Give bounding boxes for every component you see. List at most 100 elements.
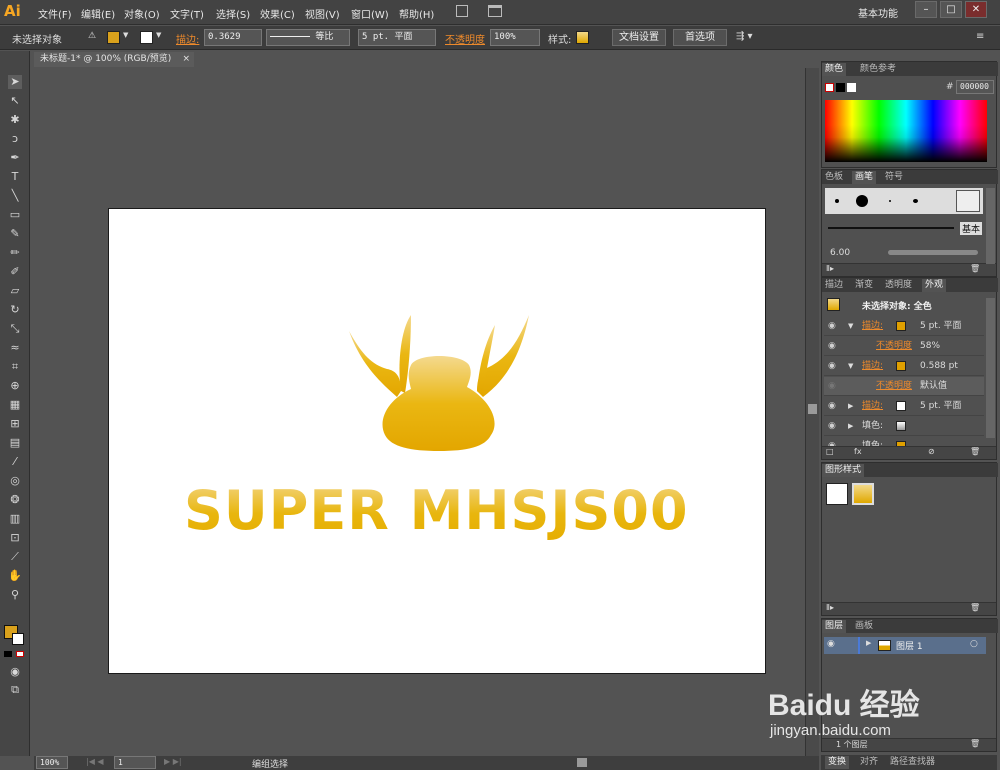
zoom-input[interactable]: 100% bbox=[36, 756, 68, 769]
opacity-label[interactable]: 不透明度 bbox=[876, 377, 912, 396]
brush-selected[interactable] bbox=[956, 190, 980, 212]
stroke-color-chip[interactable] bbox=[896, 321, 906, 331]
opacity-label[interactable]: 不透明度 bbox=[876, 337, 912, 356]
menu-help[interactable]: 帮助(H) bbox=[399, 6, 434, 21]
eye-icon[interactable]: ◉ bbox=[828, 397, 836, 416]
lasso-tool-icon[interactable]: ↄ bbox=[8, 132, 22, 146]
fill-dropdown-icon[interactable]: ▼ bbox=[123, 31, 128, 39]
eye-icon[interactable]: ◉ bbox=[828, 337, 836, 356]
brush-dot-tiny[interactable] bbox=[889, 200, 891, 202]
delete-item-icon[interactable]: 🗑 bbox=[970, 447, 980, 456]
arrange-documents-icon[interactable] bbox=[488, 5, 502, 17]
appearance-scrollbar[interactable] bbox=[986, 298, 995, 438]
variable-width-profile[interactable]: 等比 bbox=[266, 29, 350, 46]
tab-brushes[interactable]: 画笔 bbox=[852, 171, 877, 184]
stroke-color-chip[interactable] bbox=[896, 361, 906, 371]
eye-icon[interactable]: ◉ bbox=[828, 377, 836, 396]
layer-name[interactable]: 图层 1 bbox=[896, 639, 923, 652]
helmet-logo[interactable] bbox=[339, 309, 539, 469]
menu-type[interactable]: 文字(T) bbox=[170, 6, 204, 21]
drawing-mode-icon[interactable]: ◉ bbox=[8, 665, 22, 679]
tab-pathfinder[interactable]: 路径查找器 bbox=[887, 756, 938, 769]
tab-artboards[interactable]: 画板 bbox=[852, 620, 876, 633]
none-color-icon[interactable] bbox=[16, 651, 24, 657]
stroke-weight-input[interactable]: 0.3629 bbox=[204, 29, 262, 46]
style-gold-thumbnail[interactable] bbox=[852, 483, 874, 505]
blend-tool-icon[interactable]: ◎ bbox=[8, 474, 22, 488]
fill-label[interactable]: 填色: bbox=[862, 417, 883, 436]
brush-dot-small[interactable] bbox=[835, 199, 839, 203]
brushes-scrollbar[interactable] bbox=[986, 188, 995, 264]
appearance-row-stroke-2[interactable]: ◉ ▼ 描边: 0.588 pt bbox=[824, 357, 984, 376]
menu-object[interactable]: 对象(O) bbox=[124, 6, 160, 21]
tab-swatches[interactable]: 色板 bbox=[822, 171, 846, 184]
eye-icon[interactable]: ◉ bbox=[827, 639, 835, 649]
collapse-icon[interactable]: ▶ bbox=[848, 417, 853, 436]
appearance-row-opacity-1[interactable]: ◉ 不透明度 58% bbox=[824, 337, 984, 356]
delete-brush-icon[interactable]: 🗑 bbox=[970, 264, 980, 273]
menu-window[interactable]: 窗口(W) bbox=[351, 6, 389, 21]
screen-mode-icon[interactable]: ⧉ bbox=[8, 683, 22, 697]
fill-color-chip[interactable] bbox=[896, 421, 906, 431]
blob-brush-tool-icon[interactable]: ✐ bbox=[8, 265, 22, 279]
add-stroke-icon[interactable]: □ bbox=[826, 447, 834, 456]
perspective-grid-tool-icon[interactable]: ▦ bbox=[8, 398, 22, 412]
first-page-icon[interactable]: |◀ ◀ bbox=[86, 757, 104, 766]
next-page-icon[interactable]: ▶ ▶| bbox=[164, 757, 182, 766]
document-tab[interactable]: 未标题-1* @ 100% (RGB/预览) × bbox=[34, 52, 194, 67]
delete-style-icon[interactable]: 🗑 bbox=[970, 603, 980, 612]
selection-tool-icon[interactable]: ➤ bbox=[8, 75, 22, 89]
tab-color[interactable]: 颜色 bbox=[822, 63, 847, 76]
appearance-row-stroke-3[interactable]: ◉ ▶ 描边: 5 pt. 平面 bbox=[824, 397, 984, 416]
eye-icon[interactable]: ◉ bbox=[828, 317, 836, 336]
stroke-color-swatch[interactable] bbox=[12, 633, 24, 645]
clear-appearance-icon[interactable]: ⊘ bbox=[928, 447, 935, 456]
basic-brush-line[interactable] bbox=[828, 227, 954, 229]
appearance-row-stroke-1[interactable]: ◉ ▼ 描边: 5 pt. 平面 bbox=[824, 317, 984, 336]
none-swatch-icon[interactable] bbox=[825, 83, 834, 92]
stroke-label[interactable]: 描边: bbox=[862, 397, 883, 416]
fill-swatch[interactable] bbox=[107, 31, 120, 44]
type-tool-icon[interactable]: T bbox=[8, 170, 22, 184]
eraser-tool-icon[interactable]: ▱ bbox=[8, 284, 22, 298]
tab-symbols[interactable]: 符号 bbox=[882, 171, 906, 184]
column-graph-tool-icon[interactable]: ▥ bbox=[8, 512, 22, 526]
appearance-row-fill-1[interactable]: ◉ ▶ 填色: bbox=[824, 417, 984, 436]
brush-definition[interactable]: 5 pt. 平面 bbox=[358, 29, 436, 46]
layer-row[interactable]: ◉ ▶ 图层 1 ○ bbox=[824, 637, 986, 654]
line-tool-icon[interactable]: ╲ bbox=[8, 189, 22, 203]
expand-icon[interactable]: ▶ bbox=[866, 639, 871, 647]
tab-transform[interactable]: 变换 bbox=[825, 756, 850, 769]
vertical-scroll-thumb[interactable] bbox=[808, 404, 817, 414]
panel-menu-icon[interactable]: ≡ bbox=[976, 31, 984, 42]
expand-icon[interactable]: ▼ bbox=[848, 357, 853, 376]
artboard-tool-icon[interactable]: ⊡ bbox=[8, 531, 22, 545]
mesh-tool-icon[interactable]: ⊞ bbox=[8, 417, 22, 431]
preferences-button[interactable]: 首选项 bbox=[673, 29, 727, 46]
gradient-tool-icon[interactable]: ▤ bbox=[8, 436, 22, 450]
maximize-button[interactable]: □ bbox=[940, 1, 962, 18]
direct-selection-tool-icon[interactable]: ↖ bbox=[8, 94, 22, 108]
free-transform-tool-icon[interactable]: ⌗ bbox=[8, 360, 22, 374]
tab-gradient[interactable]: 渐变 bbox=[852, 279, 876, 292]
stroke-label[interactable]: 描边: bbox=[176, 31, 199, 46]
rotate-tool-icon[interactable]: ↻ bbox=[8, 303, 22, 317]
minimize-button[interactable]: – bbox=[915, 1, 937, 18]
warp-tool-icon[interactable]: ≈ bbox=[8, 341, 22, 355]
menu-view[interactable]: 视图(V) bbox=[305, 6, 340, 21]
fx-icon[interactable]: fx bbox=[854, 447, 862, 456]
white-swatch[interactable] bbox=[847, 83, 856, 92]
tab-layers[interactable]: 图层 bbox=[822, 620, 847, 633]
calligraphic-brush-stroke[interactable] bbox=[888, 250, 978, 255]
stroke-label[interactable]: 描边: bbox=[862, 317, 883, 336]
black-swatch[interactable] bbox=[836, 83, 845, 92]
brush-dot-large[interactable] bbox=[856, 195, 868, 207]
stroke-color-chip[interactable] bbox=[896, 401, 906, 411]
menu-file[interactable]: 文件(F) bbox=[38, 6, 72, 21]
slice-tool-icon[interactable]: ⟋ bbox=[8, 550, 22, 564]
menu-select[interactable]: 选择(S) bbox=[216, 6, 250, 21]
tab-align[interactable]: 对齐 bbox=[857, 756, 881, 769]
document-setup-button[interactable]: 文档设置 bbox=[612, 29, 666, 46]
opacity-label[interactable]: 不透明度 bbox=[445, 31, 485, 46]
collapse-icon[interactable]: ▶ bbox=[848, 397, 853, 416]
